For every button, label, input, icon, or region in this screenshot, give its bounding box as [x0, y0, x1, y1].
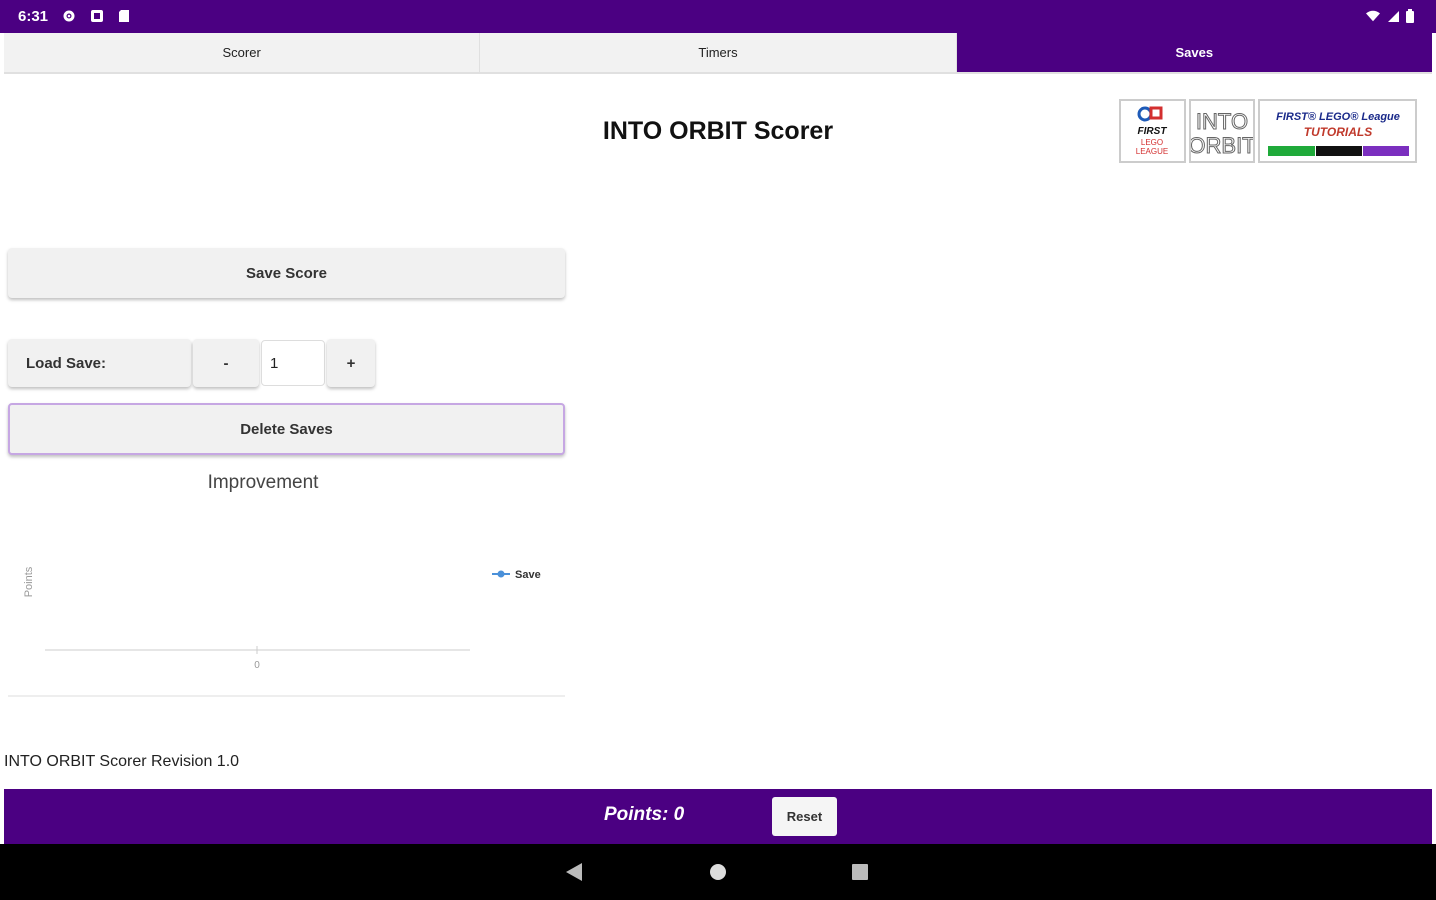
delete-saves-button[interactable]: Delete Saves [8, 403, 565, 455]
svg-text:INTO: INTO [1196, 109, 1248, 134]
recents-icon[interactable] [851, 863, 869, 881]
y-axis-label: Points [23, 566, 35, 597]
notification-icon [91, 10, 103, 22]
settings-icon [63, 10, 75, 22]
signal-icon [1388, 11, 1399, 22]
svg-text:FIRST: FIRST [1138, 126, 1168, 137]
legend-label: Save [515, 569, 541, 581]
reset-button[interactable]: Reset [772, 797, 837, 836]
status-time: 6:31 [18, 8, 49, 25]
legend-swatch-marker [497, 570, 505, 578]
svg-text:FIRST® LEGO® League: FIRST® LEGO® League [1276, 111, 1400, 123]
svg-text:ORBIT: ORBIT [1191, 133, 1253, 158]
tab-saves[interactable]: Saves [956, 33, 1432, 72]
back-icon[interactable] [565, 862, 583, 882]
logo-strip: FIRST LEGO LEAGUE INTO ORBIT FIRST® LEGO… [1119, 99, 1417, 163]
increment-save-button[interactable]: + [327, 339, 375, 387]
home-icon[interactable] [708, 862, 728, 882]
save-score-button[interactable]: Save Score [8, 248, 565, 298]
revision-text: INTO ORBIT Scorer Revision 1.0 [4, 753, 240, 770]
status-bar: 6:31 [0, 0, 1436, 33]
chart-title: Improvement [207, 472, 319, 493]
improvement-chart: Points 0 Save [8, 566, 565, 697]
bottom-bar: Points: 0 Reset [4, 789, 1432, 844]
wifi-icon [1366, 10, 1380, 22]
legend-item-save[interactable]: Save [492, 569, 541, 581]
sd-card-icon [119, 10, 129, 22]
system-nav-bar [0, 844, 1436, 900]
svg-text:LEAGUE: LEAGUE [1136, 147, 1168, 156]
x-tick-label: 0 [254, 660, 260, 671]
fll-tutorials-logo: FIRST® LEGO® League TUTORIALS [1258, 99, 1417, 163]
first-lego-league-logo: FIRST LEGO LEAGUE [1119, 99, 1186, 163]
decrement-save-button[interactable]: - [193, 339, 259, 387]
points-display: Points: 0 [604, 804, 685, 825]
save-slot-input[interactable] [261, 340, 325, 386]
into-orbit-logo: INTO ORBIT [1188, 99, 1256, 163]
svg-text:LEGO: LEGO [1141, 138, 1163, 147]
tab-bar: Scorer Timers Saves [4, 33, 1432, 74]
tab-timers[interactable]: Timers [480, 33, 957, 72]
svg-text:TUTORIALS: TUTORIALS [1304, 125, 1372, 139]
tab-scorer[interactable]: Scorer [4, 33, 481, 72]
battery-icon [1406, 9, 1414, 23]
load-save-label: Load Save: [8, 339, 191, 387]
